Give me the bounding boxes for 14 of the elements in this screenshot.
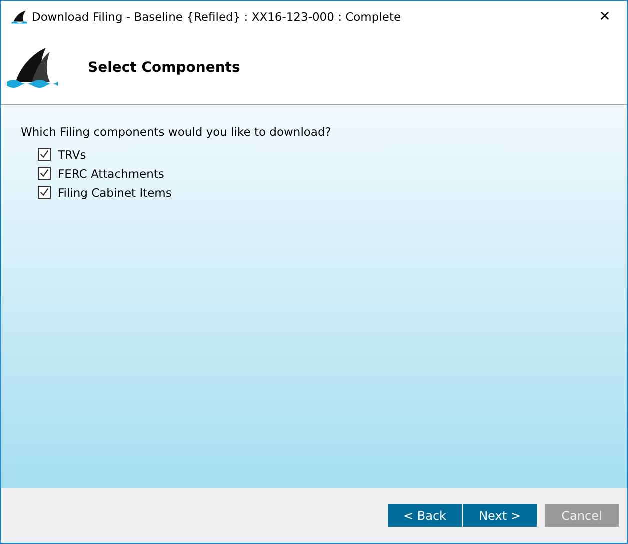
back-button[interactable]: < Back <box>388 504 462 527</box>
checkbox-label[interactable]: FERC Attachments <box>58 166 164 180</box>
checkbox-label[interactable]: TRVs <box>58 148 86 162</box>
checkbox[interactable] <box>38 186 51 199</box>
question-text: Which Filing components would you like to download? <box>21 125 332 139</box>
window-title: Download Filing - Baseline {Refiled} : XX16-123-000 : Complete <box>32 10 402 24</box>
checkbox[interactable] <box>38 167 51 180</box>
page-title: Select Components <box>88 60 240 76</box>
fin-icon <box>11 10 28 24</box>
fin-logo-icon <box>6 46 58 90</box>
checkbox-label[interactable]: Filing Cabinet Items <box>58 186 172 200</box>
close-button[interactable]: ✕ <box>583 2 627 32</box>
next-button[interactable]: Next > <box>463 504 537 527</box>
checkbox[interactable] <box>38 148 51 161</box>
